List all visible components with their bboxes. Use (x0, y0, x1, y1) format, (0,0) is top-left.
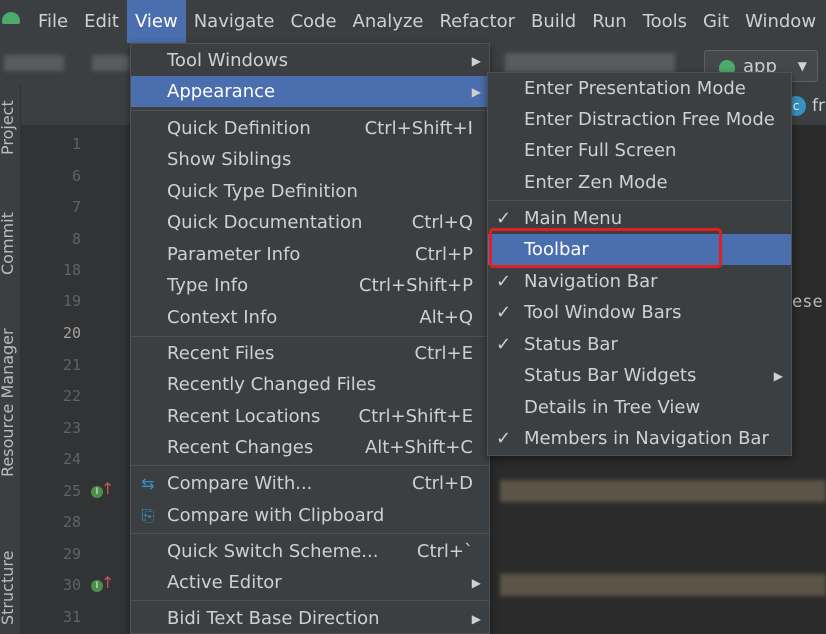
line-number: 25 (62, 482, 81, 500)
menu-item-parameter-info[interactable]: Parameter Info Ctrl+P (131, 239, 489, 270)
menu-item-status-bar-widgets[interactable]: Status Bar Widgets ▶ (488, 360, 791, 391)
menu-build[interactable]: Build (523, 0, 584, 43)
line-number-current: 20 (62, 324, 81, 342)
menu-tools[interactable]: Tools (635, 0, 695, 43)
chevron-down-icon: ▼ (797, 59, 807, 73)
line-number: 18 (62, 261, 81, 279)
line-number: 6 (71, 167, 81, 185)
menu-item-quick-documentation[interactable]: Quick Documentation Ctrl+Q (131, 207, 489, 238)
line-number: 19 (62, 292, 81, 310)
line-number: 24 (62, 450, 81, 468)
menu-item-members-in-navigation-bar[interactable]: ✓ Members in Navigation Bar (488, 423, 791, 454)
menu-separator (131, 336, 489, 337)
checkmark-icon: ✓ (496, 428, 512, 449)
editor-gutter: 1 6 7 8 18 19 20 21 22 23 24 25 28 29 30… (21, 125, 131, 634)
menu-item-enter-distraction-free-mode[interactable]: Enter Distraction Free Mode (488, 104, 791, 135)
toolbar-highlight-annotation (489, 228, 722, 268)
blurred-breadcrumb (4, 55, 64, 71)
submenu-arrow-icon: ▶ (471, 53, 481, 68)
checkmark-icon: ✓ (496, 302, 512, 323)
submenu-arrow-icon: ▶ (471, 84, 481, 99)
line-number: 1 (71, 135, 81, 153)
checkmark-icon: ✓ (496, 208, 512, 229)
menu-item-appearance[interactable]: Appearance ▶ (131, 76, 489, 107)
menu-item-details-in-tree-view[interactable]: Details in Tree View (488, 392, 791, 423)
menu-item-recent-changes[interactable]: Recent Changes Alt+Shift+C (131, 432, 489, 463)
menu-file[interactable]: File (30, 0, 76, 43)
menu-separator (131, 465, 489, 466)
checkmark-icon: ✓ (496, 334, 512, 355)
editor-area[interactable] (792, 125, 826, 634)
menu-run[interactable]: Run (584, 0, 635, 43)
line-number: 7 (71, 198, 81, 216)
menu-item-status-bar[interactable]: ✓ Status Bar (488, 329, 791, 360)
compare-icon: ⇆ (141, 474, 155, 493)
sidebar-item-project[interactable]: Project (0, 100, 17, 155)
menu-item-type-info[interactable]: Type Info Ctrl+Shift+P (131, 270, 489, 301)
menu-code[interactable]: Code (282, 0, 344, 43)
override-arrow-icon[interactable]: ↑ (101, 573, 114, 592)
sidebar-item-commit[interactable]: Commit (0, 212, 17, 275)
menu-item-enter-full-screen[interactable]: Enter Full Screen (488, 135, 791, 166)
blurred-code (500, 480, 826, 502)
android-studio-logo (0, 0, 30, 43)
menu-separator (131, 600, 489, 601)
sidebar-item-structure[interactable]: Structure (0, 551, 17, 625)
line-number: 8 (71, 230, 81, 248)
submenu-arrow-icon: ▶ (471, 611, 481, 626)
menu-navigate[interactable]: Navigate (186, 0, 283, 43)
menu-item-context-info[interactable]: Context Info Alt+Q (131, 302, 489, 333)
menu-item-quick-type-definition[interactable]: Quick Type Definition (131, 176, 489, 207)
menu-window[interactable]: Window (737, 0, 824, 43)
menu-edit[interactable]: Edit (76, 0, 127, 43)
menu-separator (131, 533, 489, 534)
menu-item-tool-window-bars[interactable]: ✓ Tool Window Bars (488, 297, 791, 328)
sidebar-item-resource-manager[interactable]: Resource Manager (0, 328, 17, 477)
line-number: 30 (62, 576, 81, 594)
submenu-arrow-icon: ▶ (773, 368, 783, 383)
menu-item-quick-switch-scheme[interactable]: Quick Switch Scheme... Ctrl+` (131, 536, 489, 567)
compare-clipboard-icon: ⎘ (141, 505, 155, 525)
blurred-toolbar-area (505, 53, 675, 73)
menu-refactor[interactable]: Refactor (431, 0, 523, 43)
menu-item-active-editor[interactable]: Active Editor ▶ (131, 567, 489, 598)
editor-tab-label: fr (812, 96, 825, 116)
menu-item-quick-definition[interactable]: Quick Definition Ctrl+Shift+I (131, 113, 489, 144)
menu-separator (488, 200, 791, 201)
blurred-breadcrumb (92, 55, 130, 71)
checkmark-icon: ✓ (496, 271, 512, 292)
menu-item-navigation-bar[interactable]: ✓ Navigation Bar (488, 266, 791, 297)
menu-item-enter-zen-mode[interactable]: Enter Zen Mode (488, 167, 791, 198)
blurred-code (500, 574, 826, 596)
line-number: 29 (62, 545, 81, 563)
menu-item-recent-locations[interactable]: Recent Locations Ctrl+Shift+E (131, 401, 489, 432)
menu-analyze[interactable]: Analyze (345, 0, 432, 43)
android-icon (719, 60, 735, 72)
line-number: 22 (62, 387, 81, 405)
code-fragment: ese (792, 292, 823, 312)
menu-git[interactable]: Git (695, 0, 737, 43)
override-arrow-icon[interactable]: ↑ (101, 479, 114, 498)
menu-item-compare-with[interactable]: ⇆ Compare With... Ctrl+D (131, 468, 489, 499)
menu-item-recent-files[interactable]: Recent Files Ctrl+E (131, 338, 489, 369)
menu-item-show-siblings[interactable]: Show Siblings (131, 144, 489, 175)
line-number: 31 (62, 608, 81, 626)
line-number: 28 (62, 513, 81, 531)
menu-item-enter-presentation-mode[interactable]: Enter Presentation Mode (488, 73, 791, 104)
menu-separator (131, 110, 489, 111)
main-menu-bar: File Edit View Navigate Code Analyze Ref… (0, 0, 826, 43)
menu-item-bidi-text-base-direction[interactable]: Bidi Text Base Direction ▶ (131, 603, 489, 634)
line-number: 23 (62, 419, 81, 437)
submenu-arrow-icon: ▶ (471, 575, 481, 590)
menu-view[interactable]: View (126, 0, 186, 43)
menu-item-recently-changed-files[interactable]: Recently Changed Files (131, 369, 489, 400)
tool-window-sidebar: Project Commit Resource Manager Structur… (0, 85, 21, 634)
menu-item-compare-with-clipboard[interactable]: ⎘ Compare with Clipboard (131, 500, 489, 531)
line-number: 21 (62, 356, 81, 374)
menu-item-tool-windows[interactable]: Tool Windows ▶ (131, 45, 489, 76)
view-menu: Tool Windows ▶ Appearance ▶ Quick Defini… (130, 43, 490, 634)
